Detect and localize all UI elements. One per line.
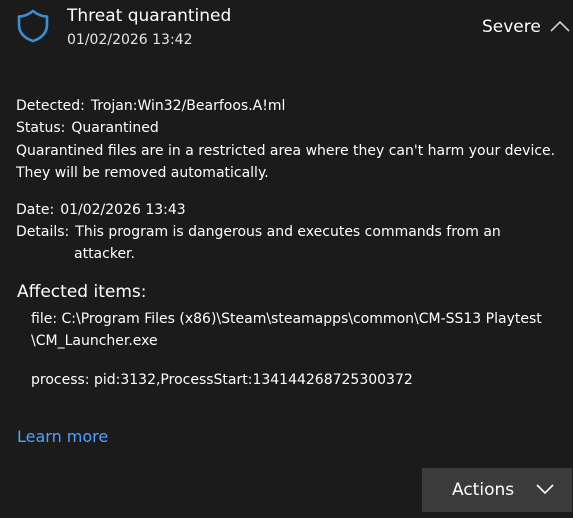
shield-icon: [17, 9, 49, 43]
threat-timestamp: 01/02/2026 13:42: [67, 32, 193, 48]
status-value: Quarantined: [71, 120, 159, 136]
date-value: 01/02/2026 13:43: [60, 202, 186, 218]
chevron-down-icon: [536, 484, 554, 495]
affected-file-line-1: file: C:\Program Files (x86)\Steam\steam…: [31, 311, 542, 327]
actions-button[interactable]: Actions: [422, 468, 572, 512]
chevron-up-icon[interactable]: [549, 17, 571, 35]
affected-process: process: pid:3132,ProcessStart:134144268…: [31, 372, 413, 388]
detected-label: Detected:: [16, 98, 85, 114]
details-row: Details: This program is dangerous and ex…: [16, 221, 501, 243]
detected-value: Trojan:Win32/Bearfoos.A!ml: [90, 98, 286, 114]
date-label: Date:: [16, 202, 55, 218]
status-label: Status:: [16, 120, 66, 136]
description-line-2: They will be removed automatically.: [16, 165, 269, 181]
severity-label: Severe: [482, 17, 541, 37]
actions-button-label: Actions: [452, 480, 515, 500]
details-value-line-2: attacker.: [74, 246, 135, 262]
details-label: Details:: [16, 224, 70, 240]
affected-items-heading: Affected items:: [17, 282, 147, 302]
threat-title: Threat quarantined: [67, 6, 232, 26]
learn-more-link[interactable]: Learn more: [17, 426, 108, 448]
affected-file-line-2: \CM_Launcher.exe: [31, 333, 158, 349]
date-row: Date: 01/02/2026 13:43: [16, 199, 186, 221]
detected-row: Detected: Trojan:Win32/Bearfoos.A!ml: [16, 95, 285, 117]
threat-header: Threat quarantined 01/02/2026 13:42 Seve…: [0, 0, 573, 60]
status-row: Status: Quarantined: [16, 117, 159, 139]
description-line-1: Quarantined files are in a restricted ar…: [16, 143, 556, 159]
details-value-line-1: This program is dangerous and executes c…: [75, 224, 501, 240]
